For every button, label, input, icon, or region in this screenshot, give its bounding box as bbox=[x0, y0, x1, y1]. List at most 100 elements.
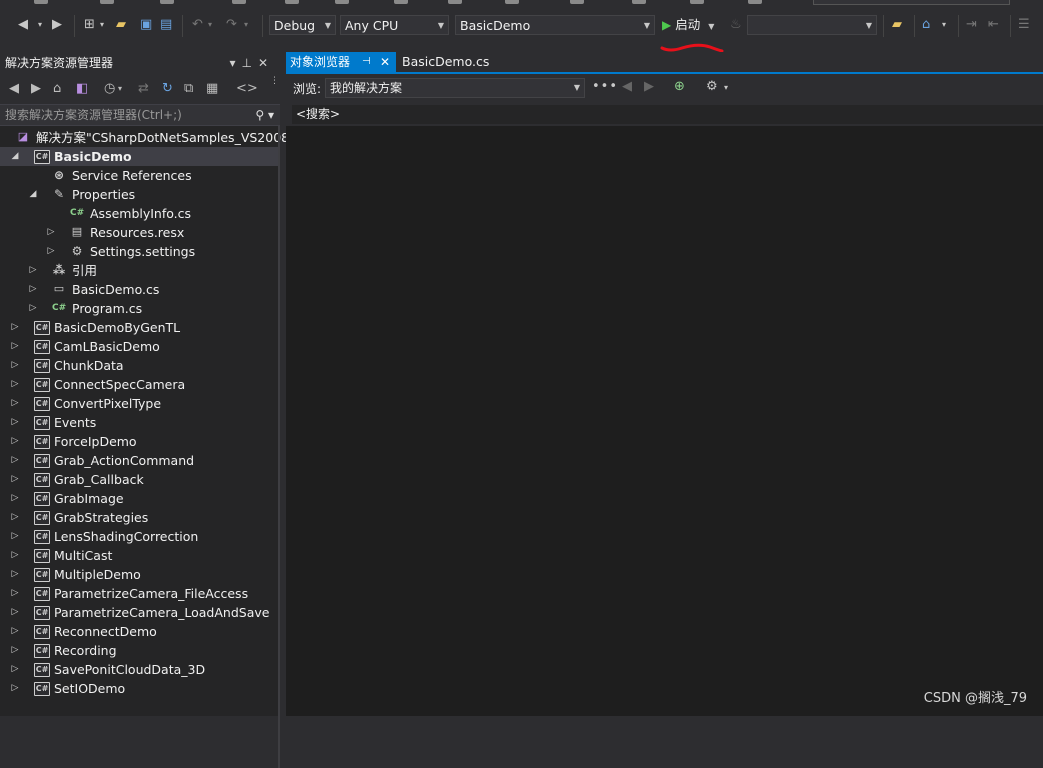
expand-arrow-icon[interactable]: ▷ bbox=[10, 622, 20, 641]
object-browser-search-row[interactable]: <搜索> bbox=[292, 105, 1043, 124]
filter-dropdown-icon[interactable]: ▾ bbox=[118, 84, 122, 93]
tree-item[interactable]: ▷ C# ForceIpDemo bbox=[0, 432, 280, 451]
expand-arrow-icon[interactable]: ▷ bbox=[10, 413, 20, 432]
start-debugging-button[interactable]: ▶ 启动 ▼ bbox=[662, 15, 714, 35]
tab-basicdemo-cs[interactable]: BasicDemo.cs bbox=[402, 52, 489, 74]
outdent-icon[interactable]: ⇤ bbox=[988, 16, 999, 34]
menu-item-fragment[interactable] bbox=[570, 0, 584, 4]
menu-item-fragment[interactable] bbox=[394, 0, 408, 4]
quick-launch-search[interactable] bbox=[813, 0, 1010, 5]
expand-arrow-icon[interactable]: ▷ bbox=[10, 489, 20, 508]
startup-project-select[interactable]: BasicDemo ▼ bbox=[455, 15, 655, 35]
redo-icon[interactable]: ↷ bbox=[226, 16, 237, 34]
tree-item[interactable]: ▷ C# CamLBasicDemo bbox=[0, 337, 280, 356]
tree-item[interactable]: ▷ C# MultipleDemo bbox=[0, 565, 280, 584]
expand-arrow-icon[interactable]: ▷ bbox=[10, 356, 20, 375]
tree-item[interactable]: ▷ C# ChunkData bbox=[0, 356, 280, 375]
tree-item[interactable]: ▷ C# ConnectSpecCamera bbox=[0, 375, 280, 394]
menu-item-fragment[interactable] bbox=[335, 0, 349, 4]
browse-scope-select[interactable]: 我的解决方案 ▼ bbox=[325, 78, 585, 98]
menu-item-fragment[interactable] bbox=[632, 0, 646, 4]
tree-item[interactable]: ▷ C# SetIODemo bbox=[0, 679, 280, 698]
back-icon[interactable]: ◀ bbox=[622, 79, 632, 94]
back-icon[interactable]: ◀ bbox=[18, 16, 28, 34]
solution-explorer-search[interactable]: 搜索解决方案资源管理器(Ctrl+;) ⚲ ▾ bbox=[0, 104, 280, 126]
close-icon[interactable]: ✕ bbox=[258, 56, 274, 70]
tree-item[interactable]: ▷ C# LensShadingCorrection bbox=[0, 527, 280, 546]
tree-item[interactable]: ▷ C# ParametrizeCamera_FileAccess bbox=[0, 584, 280, 603]
tree-item[interactable]: ◢ ✎ Properties bbox=[0, 185, 280, 204]
empty-toolbar-combo[interactable]: ▼ bbox=[747, 15, 877, 35]
save-icon[interactable]: ▣ bbox=[140, 16, 152, 34]
menu-item-fragment[interactable] bbox=[505, 0, 519, 4]
find-in-files-icon[interactable]: ▰ bbox=[892, 16, 902, 34]
customize-browse-icon[interactable]: ••• bbox=[592, 79, 618, 94]
tree-item[interactable]: ▷ ▭ BasicDemo.cs bbox=[0, 280, 280, 299]
expand-arrow-icon[interactable]: ▷ bbox=[46, 242, 56, 261]
expand-arrow-icon[interactable]: ▷ bbox=[10, 470, 20, 489]
window-menu-icon[interactable]: ▾ bbox=[229, 56, 241, 70]
collapse-all-icon[interactable]: ⧉ bbox=[184, 81, 193, 96]
tree-item[interactable]: ▷ ⚙ Settings.settings bbox=[0, 242, 280, 261]
search-icon[interactable]: ⚲ ▾ bbox=[255, 105, 274, 125]
expand-arrow-icon[interactable]: ▷ bbox=[10, 660, 20, 679]
tree-item[interactable]: ▷ C# Program.cs bbox=[0, 299, 280, 318]
tree-item[interactable]: ▷ ⁂ 引用 bbox=[0, 261, 280, 280]
undo-icon[interactable]: ↶ bbox=[192, 16, 203, 34]
show-all-files-icon[interactable]: ▦ bbox=[206, 81, 218, 96]
start-dropdown-icon[interactable]: ▼ bbox=[708, 22, 714, 31]
forward-icon[interactable]: ▶ bbox=[644, 79, 654, 94]
panel-splitter[interactable] bbox=[278, 126, 280, 768]
new-dropdown-icon[interactable]: ▾ bbox=[100, 16, 104, 34]
menu-item-fragment[interactable] bbox=[160, 0, 174, 4]
tree-item[interactable]: ◢ C# BasicDemo bbox=[0, 147, 280, 166]
forward-icon[interactable]: ▶ bbox=[52, 16, 62, 34]
expand-arrow-icon[interactable]: ▷ bbox=[10, 394, 20, 413]
pin-icon[interactable]: ⊥ bbox=[241, 56, 257, 70]
expand-arrow-icon[interactable]: ▷ bbox=[10, 375, 20, 394]
browser-dropdown-icon[interactable]: ▾ bbox=[942, 16, 946, 34]
collapse-arrow-icon[interactable]: ◢ bbox=[28, 185, 38, 204]
tree-item[interactable]: ▷ C# SavePonitCloudData_3D bbox=[0, 660, 280, 679]
tree-item[interactable]: ▷ C# ReconnectDemo bbox=[0, 622, 280, 641]
tree-item[interactable]: ⊛ Service References bbox=[0, 166, 280, 185]
tree-item[interactable]: ▷ ▤ Resources.resx bbox=[0, 223, 280, 242]
pin-icon[interactable]: ⊣ bbox=[362, 52, 371, 72]
platform-select[interactable]: Any CPU ▼ bbox=[340, 15, 449, 35]
expand-arrow-icon[interactable]: ▷ bbox=[10, 527, 20, 546]
menu-item-fragment[interactable] bbox=[34, 0, 48, 4]
menu-item-fragment[interactable] bbox=[690, 0, 704, 4]
expand-arrow-icon[interactable]: ▷ bbox=[10, 641, 20, 660]
tree-item[interactable]: ▷ C# Events bbox=[0, 413, 280, 432]
tree-item[interactable]: ▷ C# Recording bbox=[0, 641, 280, 660]
open-folder-icon[interactable]: ▰ bbox=[116, 16, 126, 34]
expand-arrow-icon[interactable]: ▷ bbox=[10, 318, 20, 337]
expand-arrow-icon[interactable]: ▷ bbox=[28, 261, 38, 280]
expand-arrow-icon[interactable]: ▷ bbox=[10, 546, 20, 565]
expand-arrow-icon[interactable]: ▷ bbox=[10, 679, 20, 698]
refresh-icon[interactable]: ↻ bbox=[162, 81, 173, 96]
tree-item[interactable]: ◪ 解决方案"CSharpDotNetSamples_VS2008"( bbox=[0, 128, 300, 147]
comment-icon[interactable]: ☰ bbox=[1018, 16, 1030, 34]
home-icon[interactable]: ⌂ bbox=[53, 81, 61, 96]
settings-dropdown-icon[interactable]: ▾ bbox=[724, 83, 728, 92]
redo-dropdown-icon[interactable]: ▾ bbox=[244, 16, 248, 34]
sync-icon[interactable]: ⇄ bbox=[138, 81, 149, 96]
browser-link-icon[interactable]: ⌂ bbox=[922, 16, 930, 34]
configuration-select[interactable]: Debug ▼ bbox=[269, 15, 336, 35]
expand-arrow-icon[interactable]: ▷ bbox=[28, 280, 38, 299]
menu-item-fragment[interactable] bbox=[100, 0, 114, 4]
new-project-icon[interactable]: ⊞ bbox=[84, 16, 95, 34]
tree-item[interactable]: ▷ C# Grab_ActionCommand bbox=[0, 451, 280, 470]
forward-icon[interactable]: ▶ bbox=[31, 81, 41, 96]
menu-item-fragment[interactable] bbox=[448, 0, 462, 4]
overflow-icon[interactable]: ⋮ bbox=[270, 76, 279, 86]
collapse-arrow-icon[interactable]: ◢ bbox=[10, 147, 20, 166]
indent-icon[interactable]: ⇥ bbox=[966, 16, 977, 34]
tree-item[interactable]: ▷ C# GrabStrategies bbox=[0, 508, 280, 527]
menu-item-fragment[interactable] bbox=[285, 0, 299, 4]
tree-item[interactable]: ▷ C# GrabImage bbox=[0, 489, 280, 508]
menu-item-fragment[interactable] bbox=[748, 0, 762, 4]
expand-arrow-icon[interactable]: ▷ bbox=[10, 603, 20, 622]
expand-arrow-icon[interactable]: ▷ bbox=[10, 451, 20, 470]
